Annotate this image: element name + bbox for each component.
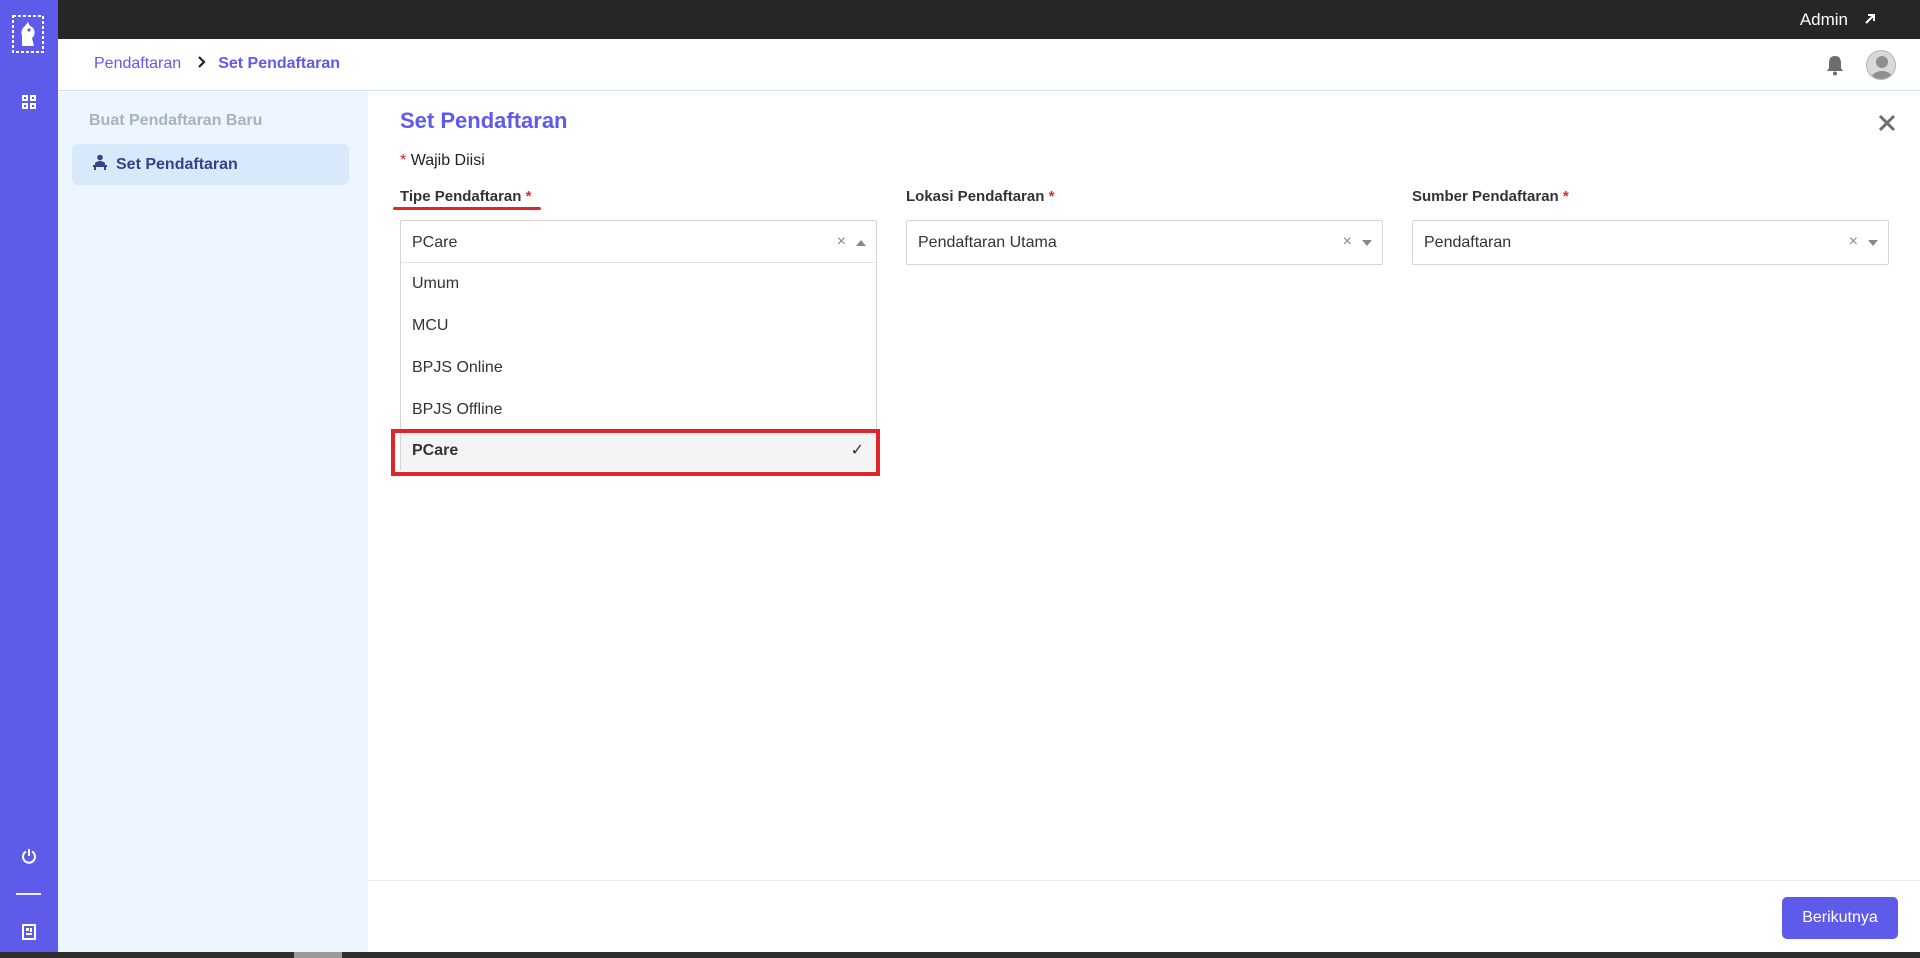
tipe-pendaftaran-select[interactable]: PCare × (400, 220, 877, 265)
chevron-down-icon[interactable] (1362, 240, 1372, 246)
breadcrumb-pendaftaran[interactable]: Pendaftaran (94, 55, 181, 73)
dropdown-option-bpjs-offline[interactable]: BPJS Offline (401, 389, 876, 431)
dropdown-option-mcu[interactable]: MCU (401, 305, 876, 347)
required-star: * (1562, 188, 1569, 205)
tipe-pendaftaran-dropdown: Umum MCU BPJS Online BPJS Offline PCare … (400, 262, 877, 471)
sidebar-section-title: Buat Pendaftaran Baru (89, 112, 263, 129)
arrow-up-right-icon (1864, 10, 1876, 30)
sidebar-item-label: Set Pendaftaran (116, 155, 238, 173)
required-star: * (525, 188, 532, 205)
admin-link[interactable]: Admin (1800, 10, 1876, 30)
highlight-underline (393, 207, 541, 210)
next-button[interactable]: Berikutnya (1782, 897, 1898, 939)
page-title: Set Pendaftaran (400, 108, 568, 133)
field-lokasi-pendaftaran: Lokasi Pendaftaran * Pendaftaran Utama × (906, 188, 1383, 265)
field-label: Sumber Pendaftaran * (1412, 188, 1889, 210)
select-value: Pendaftaran (1424, 233, 1512, 251)
dropdown-option-bpjs-online[interactable]: BPJS Online (401, 347, 876, 389)
select-value: PCare (412, 233, 458, 251)
left-rail (0, 0, 58, 958)
person-desk-icon (92, 154, 108, 175)
field-label-text: Sumber Pendaftaran (1412, 188, 1559, 205)
scrollbar-thumb[interactable] (294, 952, 342, 958)
clear-icon[interactable]: × (1849, 233, 1858, 251)
chevron-down-icon[interactable] (1868, 240, 1878, 246)
dropdown-option-pcare[interactable]: PCare ✓ (401, 431, 876, 471)
check-icon: ✓ (850, 442, 864, 459)
report-icon[interactable] (17, 920, 41, 944)
required-note: * Wajib Diisi (400, 152, 485, 170)
avatar[interactable] (1866, 50, 1896, 80)
required-star: * (400, 152, 407, 169)
secondary-sidebar: Buat Pendaftaran Baru Set Pendaftaran (58, 92, 368, 958)
chevron-right-icon (197, 55, 206, 73)
required-note-text: Wajib Diisi (410, 152, 485, 169)
lokasi-pendaftaran-select[interactable]: Pendaftaran Utama × (906, 220, 1383, 265)
grid-icon[interactable] (17, 90, 41, 114)
option-label: PCare (412, 442, 459, 459)
bell-icon[interactable] (1824, 53, 1846, 77)
field-label-text: Tipe Pendaftaran (400, 188, 522, 205)
field-sumber-pendaftaran: Sumber Pendaftaran * Pendaftaran × (1412, 188, 1889, 265)
header: Pendaftaran Set Pendaftaran (58, 39, 1920, 91)
field-tipe-pendaftaran: Tipe Pendaftaran * PCare × (400, 188, 877, 265)
main-content: Set Pendaftaran * Wajib Diisi Tipe Penda… (368, 92, 1920, 880)
close-icon[interactable] (1876, 112, 1898, 134)
power-icon[interactable] (17, 844, 41, 868)
chevron-up-icon[interactable] (856, 240, 866, 246)
logo-icon[interactable] (12, 14, 44, 54)
field-label-text: Lokasi Pendaftaran (906, 188, 1045, 205)
sumber-pendaftaran-select[interactable]: Pendaftaran × (1412, 220, 1889, 265)
field-label: Lokasi Pendaftaran * (906, 188, 1383, 210)
bottom-scrollbar[interactable] (0, 952, 1920, 958)
select-value: Pendaftaran Utama (918, 233, 1057, 251)
top-bar: Admin (58, 0, 1920, 39)
rail-divider (16, 893, 41, 895)
dropdown-option-umum[interactable]: Umum (401, 263, 876, 305)
admin-label: Admin (1799, 10, 1848, 29)
required-star: * (1048, 188, 1055, 205)
clear-icon[interactable]: × (1343, 233, 1352, 251)
footer: Berikutnya (368, 880, 1920, 952)
sidebar-item-set-pendaftaran[interactable]: Set Pendaftaran (72, 144, 349, 185)
breadcrumb-current: Set Pendaftaran (218, 55, 340, 72)
clear-icon[interactable]: × (837, 233, 846, 251)
breadcrumb: Pendaftaran Set Pendaftaran (94, 55, 340, 73)
